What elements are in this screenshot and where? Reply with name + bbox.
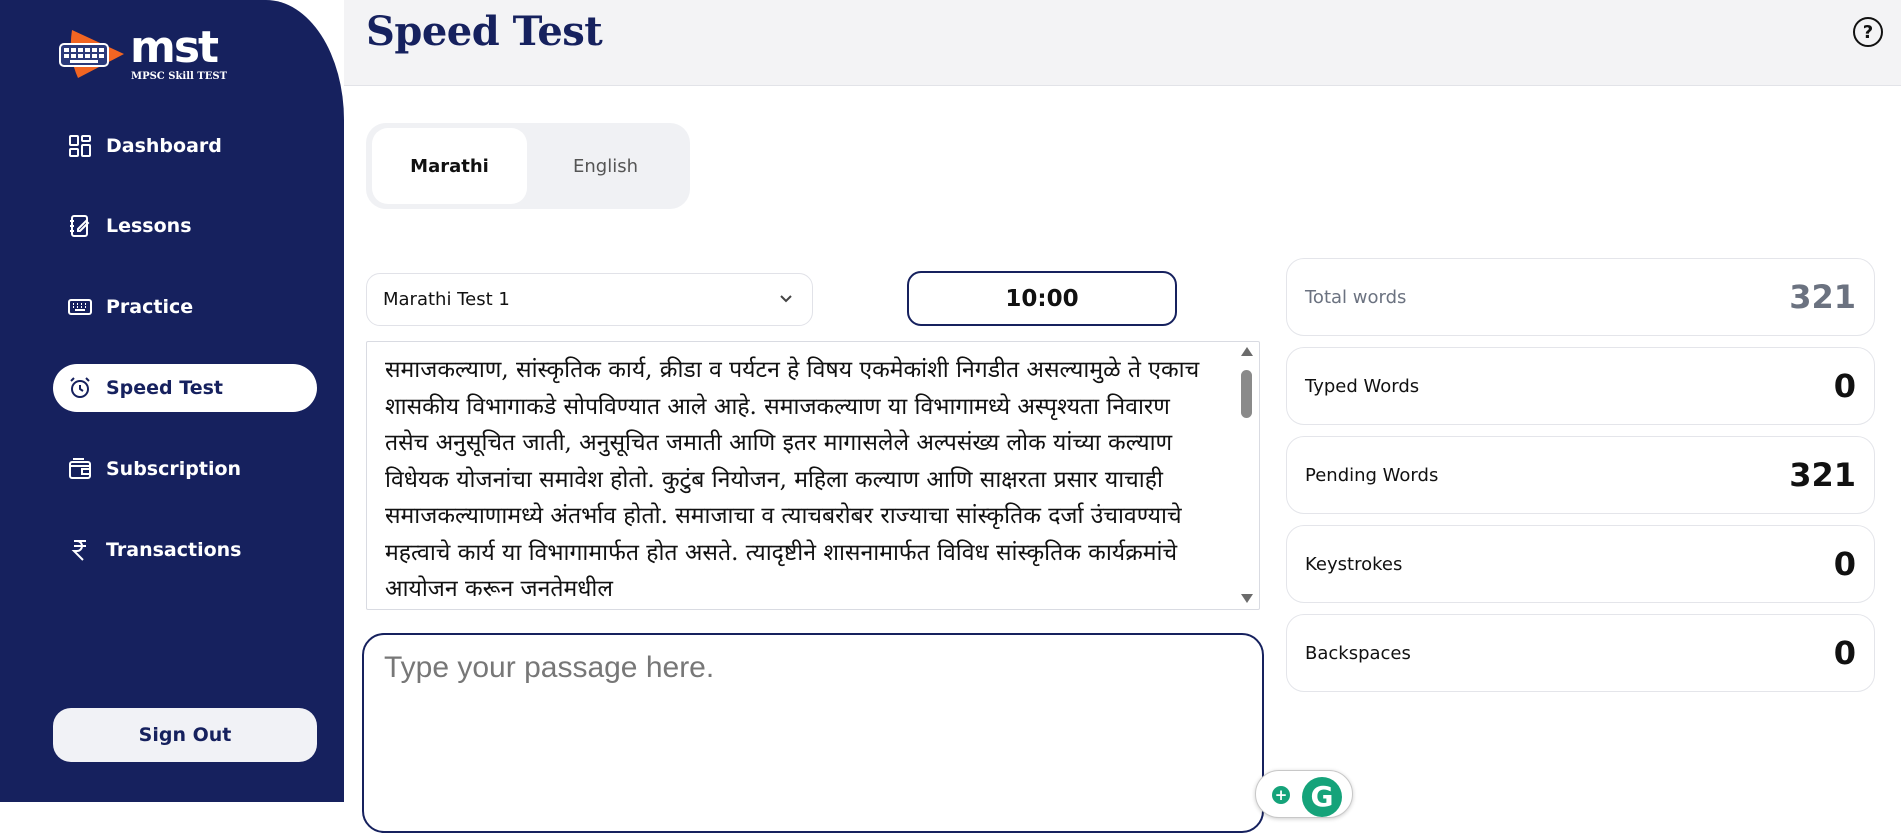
tab-english[interactable]: English — [528, 128, 683, 204]
stat-label: Typed Words — [1305, 375, 1420, 397]
sidebar-item-practice[interactable]: Practice — [53, 283, 317, 331]
logo[interactable]: mst MPSC Skill TEST — [58, 22, 238, 88]
stat-backspaces: Backspaces 0 — [1286, 614, 1875, 692]
brand-tagline: MPSC Skill TEST — [131, 71, 228, 82]
wallet-icon — [68, 457, 92, 481]
passage-scrollbar[interactable] — [1238, 344, 1256, 606]
stat-typed-words: Typed Words 0 — [1286, 347, 1875, 425]
stat-label: Total words — [1305, 286, 1407, 308]
sidebar-item-transactions[interactable]: Transactions — [53, 526, 317, 574]
stat-value: 0 — [1833, 367, 1856, 405]
sidebar-item-dashboard[interactable]: Dashboard — [53, 122, 317, 170]
scroll-up-arrow-icon[interactable] — [1241, 347, 1253, 356]
help-icon[interactable]: ? — [1853, 17, 1883, 47]
stat-label: Keystrokes — [1305, 553, 1403, 575]
sign-out-button[interactable]: Sign Out — [53, 708, 317, 762]
keyboard-logo-icon — [59, 30, 124, 78]
language-switch: Marathi English — [366, 123, 690, 209]
alarm-clock-icon — [68, 376, 92, 400]
stat-pending-words: Pending Words 321 — [1286, 436, 1875, 514]
test-select[interactable]: Marathi Test 1 — [366, 273, 813, 326]
passage-text: समाजकल्याण, सांस्कृतिक कार्य, क्रीडा व प… — [366, 341, 1260, 610]
stat-label: Pending Words — [1305, 464, 1439, 486]
sidebar-item-subscription[interactable]: Subscription — [53, 445, 317, 493]
stat-label: Backspaces — [1305, 642, 1411, 664]
stat-value: 321 — [1789, 278, 1856, 316]
sidebar-item-label: Lessons — [106, 215, 192, 237]
timer: 10:00 — [907, 271, 1177, 326]
chevron-down-icon — [780, 295, 792, 303]
grammarly-widget[interactable]: + G — [1255, 770, 1353, 818]
sidebar-item-label: Transactions — [106, 539, 242, 561]
stat-value: 0 — [1833, 634, 1856, 672]
test-select-value: Marathi Test 1 — [383, 289, 510, 310]
sidebar-item-label: Practice — [106, 296, 194, 318]
sidebar-item-speed-test[interactable]: Speed Test — [53, 364, 317, 412]
stat-value: 0 — [1833, 545, 1856, 583]
sidebar-item-label: Subscription — [106, 458, 242, 480]
notebook-icon — [68, 214, 92, 238]
dashboard-icon — [68, 134, 92, 158]
brand-name: mst — [130, 22, 219, 73]
tab-marathi[interactable]: Marathi — [372, 128, 527, 204]
keyboard-icon — [68, 295, 92, 319]
rupee-icon — [68, 538, 92, 562]
page-title: Speed Test — [366, 8, 603, 55]
stat-value: 321 — [1789, 456, 1856, 494]
scroll-down-arrow-icon[interactable] — [1241, 594, 1253, 603]
sidebar-item-label: Dashboard — [106, 135, 222, 157]
sidebar-item-label: Speed Test — [106, 377, 223, 399]
scroll-thumb[interactable] — [1241, 370, 1252, 418]
grammarly-icon[interactable]: G — [1302, 777, 1342, 817]
plus-icon[interactable]: + — [1272, 786, 1290, 804]
stat-keystrokes: Keystrokes 0 — [1286, 525, 1875, 603]
passage-input[interactable] — [362, 633, 1264, 833]
sidebar: mst MPSC Skill TEST Dashboard Lessons Pr… — [0, 0, 344, 802]
stat-total-words: Total words 321 — [1286, 258, 1875, 336]
sidebar-item-lessons[interactable]: Lessons — [53, 202, 317, 250]
header: Speed Test ? — [344, 0, 1901, 86]
